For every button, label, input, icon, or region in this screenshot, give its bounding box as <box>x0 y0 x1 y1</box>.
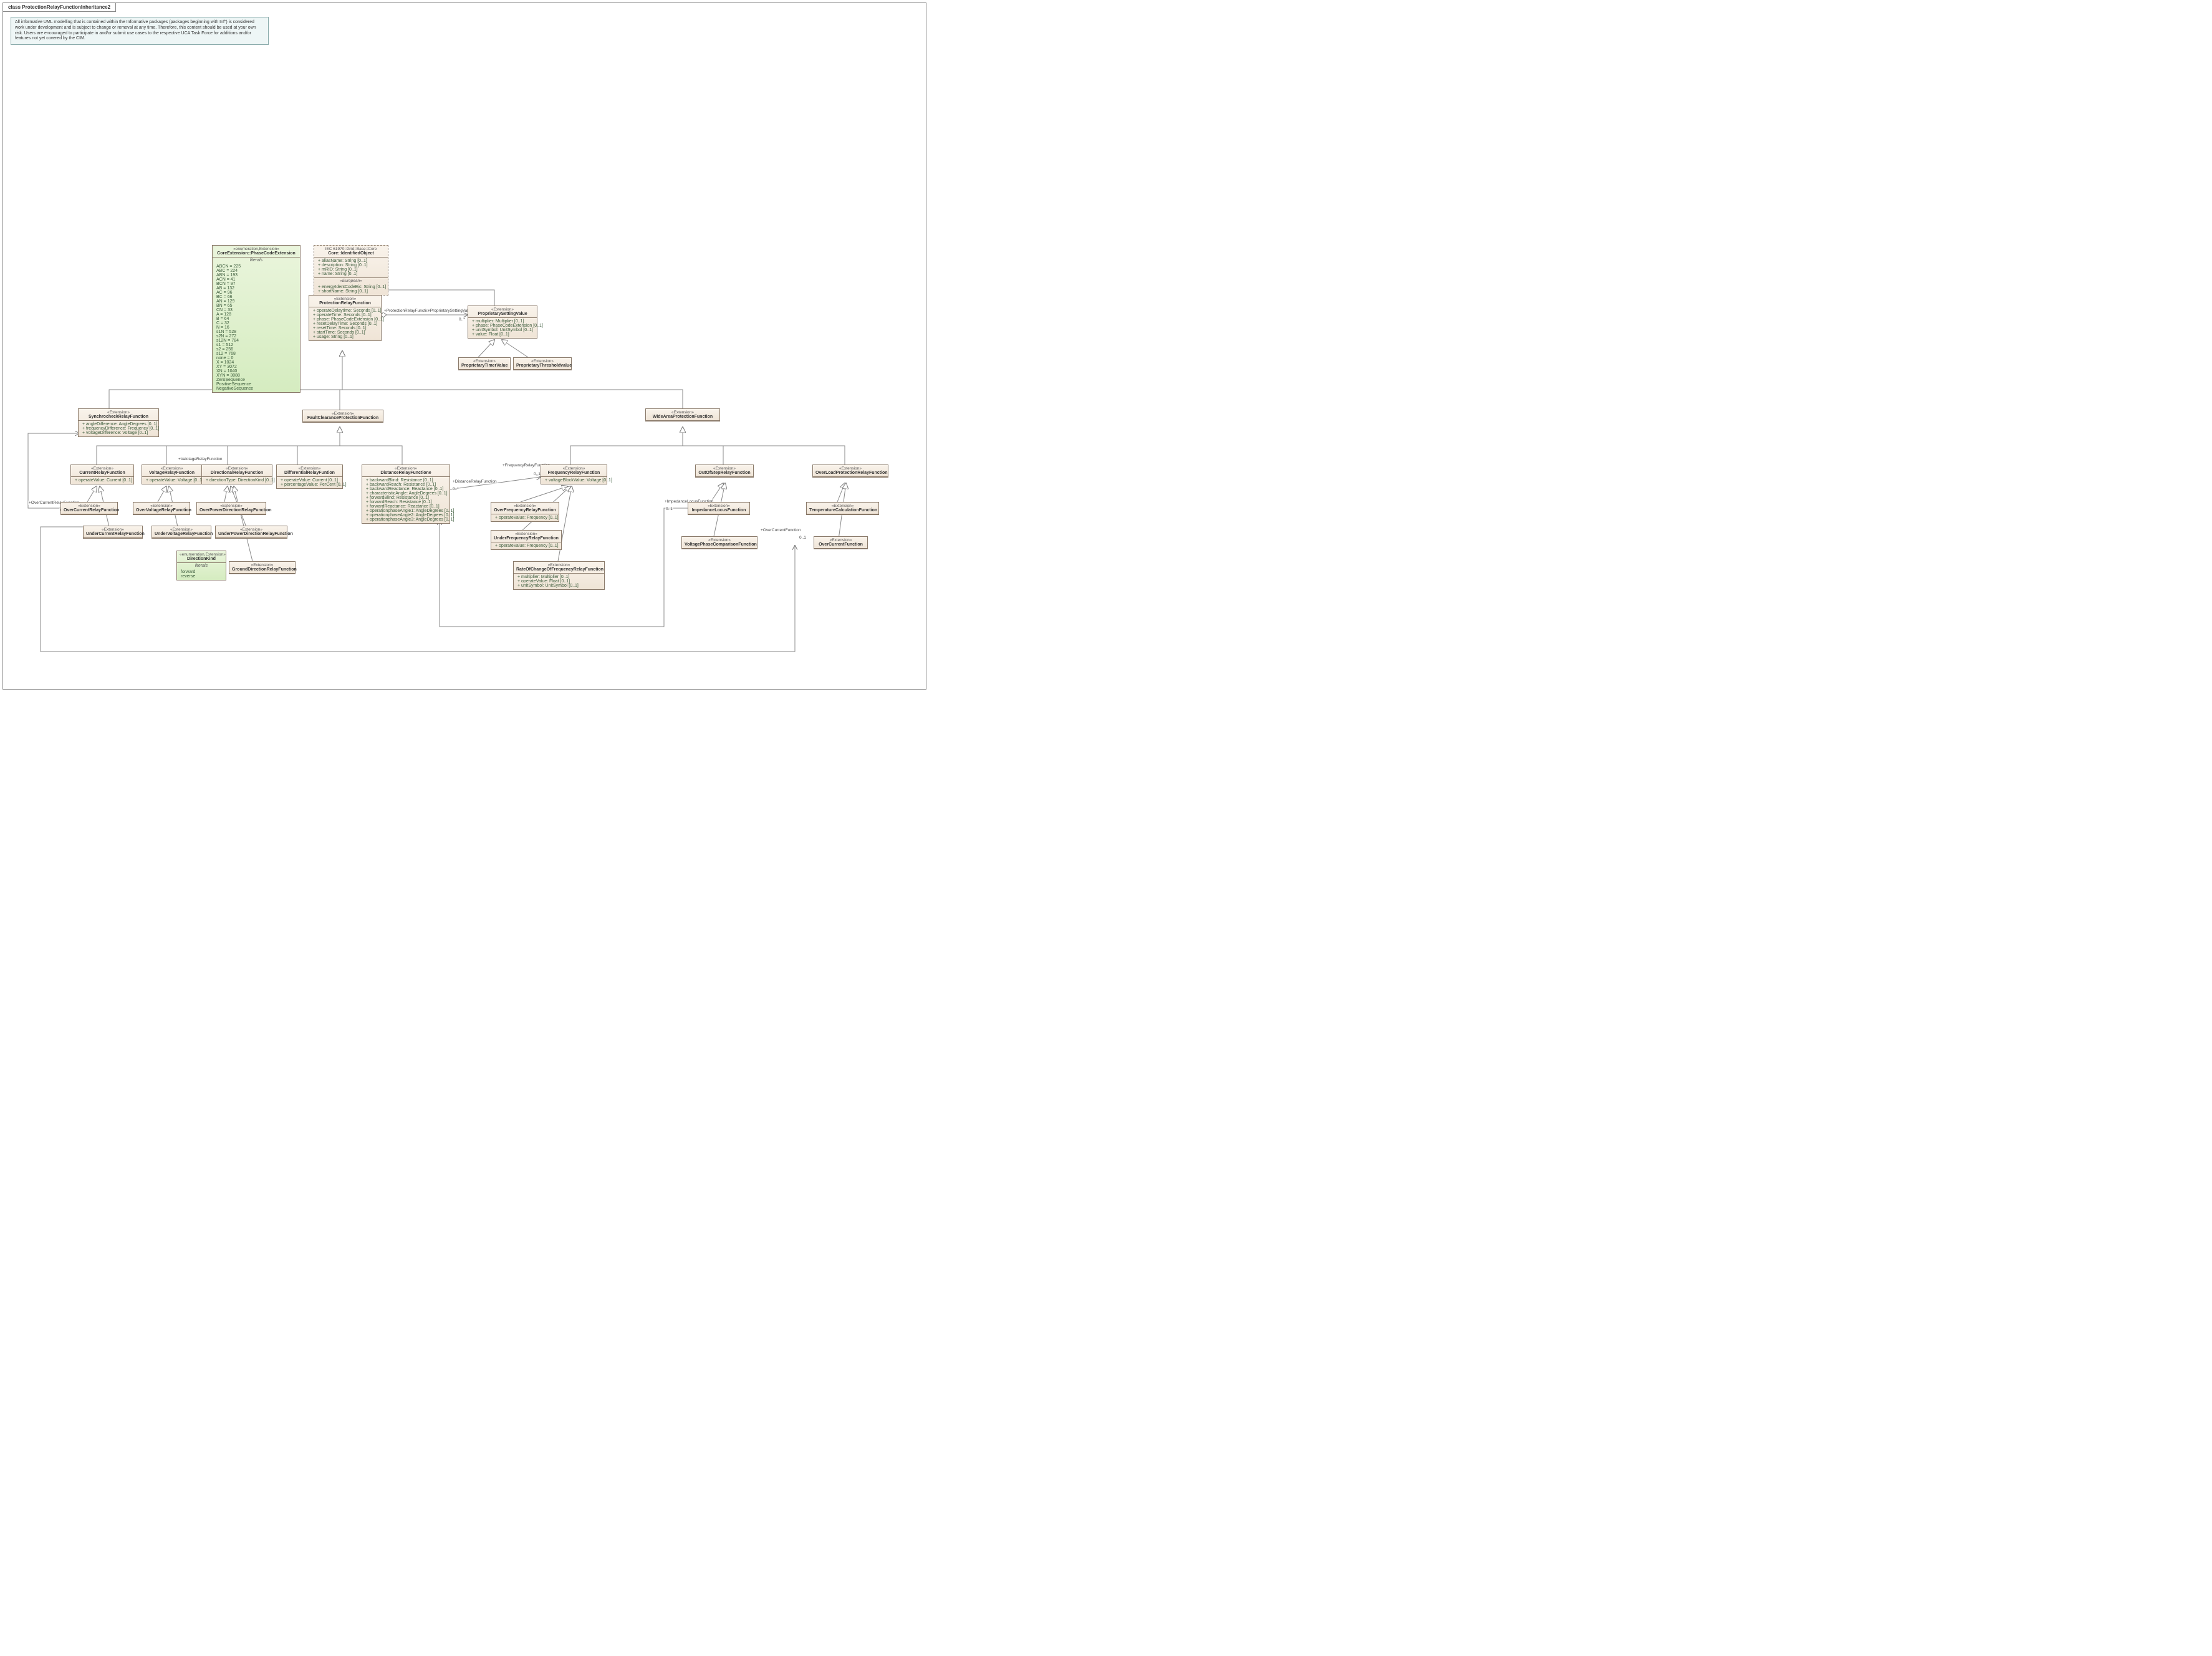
role-drf: +DistanceRelayFunction <box>452 479 498 484</box>
class-overloadprotectionrelayfunction[interactable]: «Extension»OverLoadProtectionRelayFuncti… <box>812 465 888 478</box>
mult-drf: 0..* <box>452 487 459 491</box>
class-differentialrelayfunction[interactable]: «Extension»DifferentialRelayFuntion + op… <box>276 465 343 489</box>
class-overcurrentfunction[interactable]: «Extension»OverCurrentFunction <box>814 536 868 549</box>
class-undervoltagerelayfunction[interactable]: «Extension»UnderVoltageRelayFunction <box>151 526 211 539</box>
class-protectionrelayfunction[interactable]: «Extension»ProtectionRelayFunction + ope… <box>309 295 382 341</box>
class-impedancelocusfunction[interactable]: «Extension»ImpedanceLocusFunction <box>688 502 750 515</box>
diagram-canvas: class ProtectionRelayFunctionInheritance… <box>2 2 926 690</box>
class-proprietarytimervalue[interactable]: «Extension»ProprietaryTimerValue <box>458 357 511 370</box>
class-directionalrelayfunction[interactable]: «Extension»DirectionalRelayFunction + di… <box>201 465 272 484</box>
class-outofsteprelayfunction[interactable]: «Extension»OutOfStepRelayFunction <box>695 465 754 478</box>
role-ocf: +OverCurrentFunction <box>760 528 802 532</box>
class-widearea[interactable]: «Extension»WideAreaProtectionFunction <box>645 408 720 421</box>
class-synchrocheck[interactable]: «Extension»SynchrocheckRelayFunction + a… <box>78 408 159 437</box>
class-overfrequencyrelayfunction[interactable]: «Extension»OverFrequencyRelayFunction + … <box>491 502 559 522</box>
class-proprietarysettingvalue[interactable]: «Extension»ProprietarySettingValue + mul… <box>468 306 537 339</box>
mult-frf: 0..1 <box>533 472 541 476</box>
class-underpowerdirectionrelayfunction[interactable]: «Extension»UnderPowerDirectionRelayFunct… <box>215 526 287 539</box>
class-grounddirectionrelayfunction[interactable]: «Extension»GroundDirectionRelayFunction <box>229 561 296 574</box>
class-voltagerelayfunction[interactable]: «Extension»VoltageRelayFunction + operat… <box>142 465 202 484</box>
role-vrf: +ValotageRelayFunction <box>178 457 223 461</box>
class-temperaturecalculationfunction[interactable]: «Extension»TemperatureCalculationFunctio… <box>806 502 879 515</box>
class-underfrequencyrelayfunction[interactable]: «Extension»UnderFrequencyRelayFunction +… <box>491 530 562 550</box>
diagram-title: class ProtectionRelayFunctionInheritance… <box>3 3 116 12</box>
class-proprietarythresholdvalue[interactable]: «Extension»ProprietaryThresholdvalue <box>513 357 572 370</box>
class-overvoltagerelayfunction[interactable]: «Extension»OverVoltageRelayFunction <box>133 502 190 515</box>
mult-ilf: 0..1 <box>665 507 673 511</box>
class-frequencyrelayfunction[interactable]: «Extension»FrequencyRelayFunction + volt… <box>541 465 607 484</box>
role-prf: +ProtectionRelayFunction <box>383 309 431 313</box>
mult-psv: 0..* <box>458 317 466 322</box>
class-rocof[interactable]: «Extension»RateOfChangeOfFrequencyRelayF… <box>513 561 605 590</box>
class-undercurrentrelayfunction[interactable]: «Extension»UnderCurrentRelayFunction <box>83 526 143 539</box>
informative-note: All informative UML modelling that is co… <box>11 17 269 45</box>
class-directionkind[interactable]: «enumeration,Extension»DirectionKind lit… <box>176 551 226 580</box>
class-voltagephasecomparisonfunction[interactable]: «Extension»VoltagePhaseComparisonFunctio… <box>681 536 757 549</box>
class-faultclearance[interactable]: «Extension»FaultClearanceProtectionFunct… <box>302 410 383 423</box>
class-identifiedobject[interactable]: IEC 61970::Grid::Base::CoreCore::Identif… <box>314 245 388 296</box>
class-overcurrentrelayfunction[interactable]: «Extension»OverCurrentRelayFunction <box>60 502 118 515</box>
class-currentrelayfunction[interactable]: «Extension»CurrentRelayFunction + operat… <box>70 465 134 484</box>
class-overpowerdirectionrelayfunction[interactable]: «Extension»OverPowerDirectionRelayFuncti… <box>196 502 266 515</box>
class-distancerelayfunction[interactable]: «Extension»DistanceRelayFunctione + back… <box>362 465 450 524</box>
role-psv: +ProprietarySettingValue <box>427 309 473 313</box>
connectors <box>3 3 926 689</box>
class-phasecodeextension[interactable]: «enumeration,Extension»CoreExtension::Ph… <box>212 245 301 393</box>
mult-ocf: 0..1 <box>799 536 807 540</box>
